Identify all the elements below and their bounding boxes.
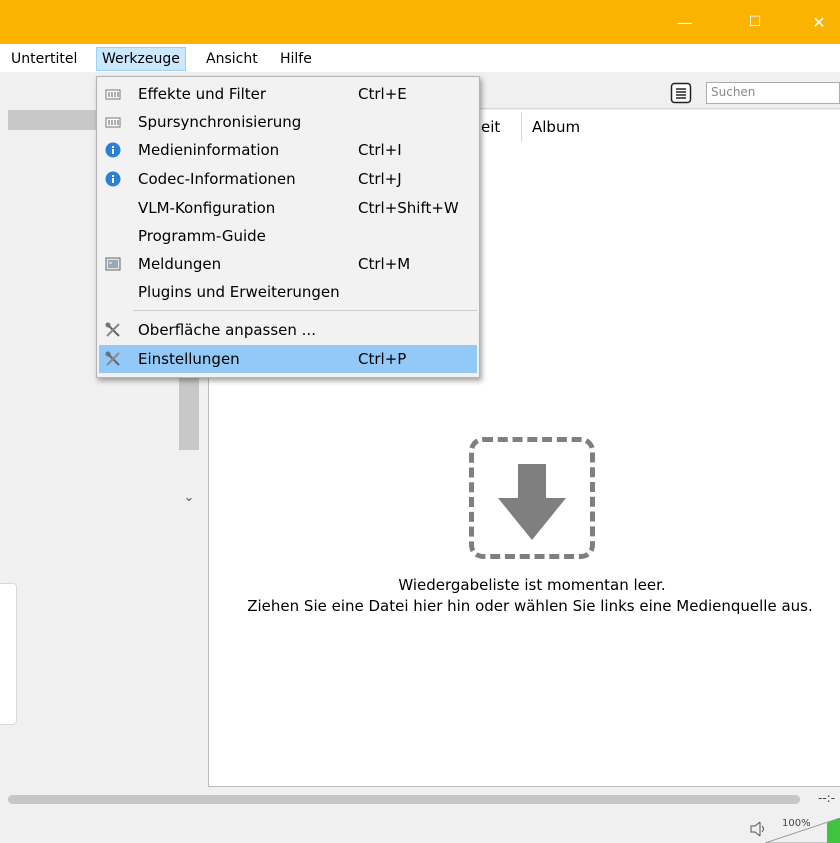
menu-item-label: Plugins und Erweiterungen xyxy=(138,283,340,301)
menu-item-shortcut: Ctrl+P xyxy=(358,350,407,368)
seek-bar[interactable] xyxy=(8,795,800,804)
menu-untertitel[interactable]: Untertitel xyxy=(6,48,82,70)
time-display: --:- xyxy=(818,791,836,805)
terminal-icon xyxy=(105,257,121,271)
column-separator xyxy=(521,112,522,142)
empty-message-line1: Wiedergabeliste ist momentan leer. xyxy=(398,576,666,594)
menu-item-shortcut: Ctrl+E xyxy=(358,85,407,103)
menu-werkzeuge[interactable]: Werkzeuge xyxy=(96,47,186,71)
tools-icon xyxy=(105,351,120,366)
chevron-down-icon[interactable]: ⌄ xyxy=(180,490,198,508)
menu-item-media-info[interactable]: Medieninformation Ctrl+I xyxy=(99,136,477,164)
sidebar-scrollbar-thumb[interactable] xyxy=(179,372,199,450)
title-bar: — ☐ ✕ xyxy=(0,0,840,44)
maximize-button[interactable]: ☐ xyxy=(732,0,778,44)
info-icon xyxy=(105,142,121,158)
menu-item-shortcut: Ctrl+Shift+W xyxy=(358,199,459,217)
equalizer-icon xyxy=(105,117,121,128)
menu-item-shortcut: Ctrl+I xyxy=(358,141,402,159)
list-view-icon xyxy=(670,82,692,104)
empty-message-line2: Ziehen Sie eine Datei hier hin oder wähl… xyxy=(247,597,813,615)
menu-item-vlm-config[interactable]: VLM-Konfiguration Ctrl+Shift+W xyxy=(99,194,477,222)
menu-item-label: Programm-Guide xyxy=(138,227,266,245)
menu-item-label: Medieninformation xyxy=(138,141,280,159)
menu-hilfe[interactable]: Hilfe xyxy=(275,48,317,70)
menu-item-effects-filters[interactable]: Effekte und Filter Ctrl+E xyxy=(99,80,477,108)
side-panel xyxy=(0,583,17,725)
menu-item-shortcut: Ctrl+M xyxy=(358,255,411,273)
menu-item-label: Codec-Informationen xyxy=(138,170,296,188)
menu-item-plugins[interactable]: Plugins und Erweiterungen xyxy=(99,278,477,306)
menu-separator xyxy=(133,310,477,311)
playlist-view-button[interactable] xyxy=(670,82,692,104)
menu-item-label: Effekte und Filter xyxy=(138,85,267,103)
menu-item-label: Meldungen xyxy=(138,255,222,273)
equalizer-icon xyxy=(105,89,121,100)
menu-item-label: Oberfläche anpassen ... xyxy=(138,321,316,339)
menu-item-codec-info[interactable]: Codec-Informationen Ctrl+J xyxy=(99,165,477,193)
menu-item-program-guide[interactable]: Programm-Guide xyxy=(99,222,477,250)
column-header-duration[interactable]: eit xyxy=(481,118,500,136)
info-icon xyxy=(105,171,121,187)
speaker-icon[interactable] xyxy=(750,822,766,836)
menu-ansicht[interactable]: Ansicht xyxy=(201,48,263,70)
menu-item-track-sync[interactable]: Spursynchronisierung xyxy=(99,108,477,136)
werkzeuge-dropdown: Effekte und Filter Ctrl+E Spursynchronis… xyxy=(96,76,480,378)
menu-item-label: Spursynchronisierung xyxy=(138,113,302,131)
menu-bar: Untertitel Werkzeuge Ansicht Hilfe xyxy=(0,44,840,72)
menu-item-preferences[interactable]: Einstellungen Ctrl+P xyxy=(99,345,477,373)
menu-item-label: Einstellungen xyxy=(138,350,240,368)
volume-slider[interactable] xyxy=(765,818,840,843)
close-button[interactable]: ✕ xyxy=(796,0,840,44)
menu-item-messages[interactable]: Meldungen Ctrl+M xyxy=(99,250,477,278)
search-input[interactable]: Suchen xyxy=(706,82,840,104)
download-arrow-icon xyxy=(498,464,566,540)
menu-item-label: VLM-Konfiguration xyxy=(138,199,276,217)
menu-item-customize-interface[interactable]: Oberfläche anpassen ... xyxy=(99,316,477,344)
minimize-button[interactable]: — xyxy=(662,0,708,44)
tools-icon xyxy=(105,322,120,337)
column-header-album[interactable]: Album xyxy=(532,118,580,136)
menu-item-shortcut: Ctrl+J xyxy=(358,170,402,188)
